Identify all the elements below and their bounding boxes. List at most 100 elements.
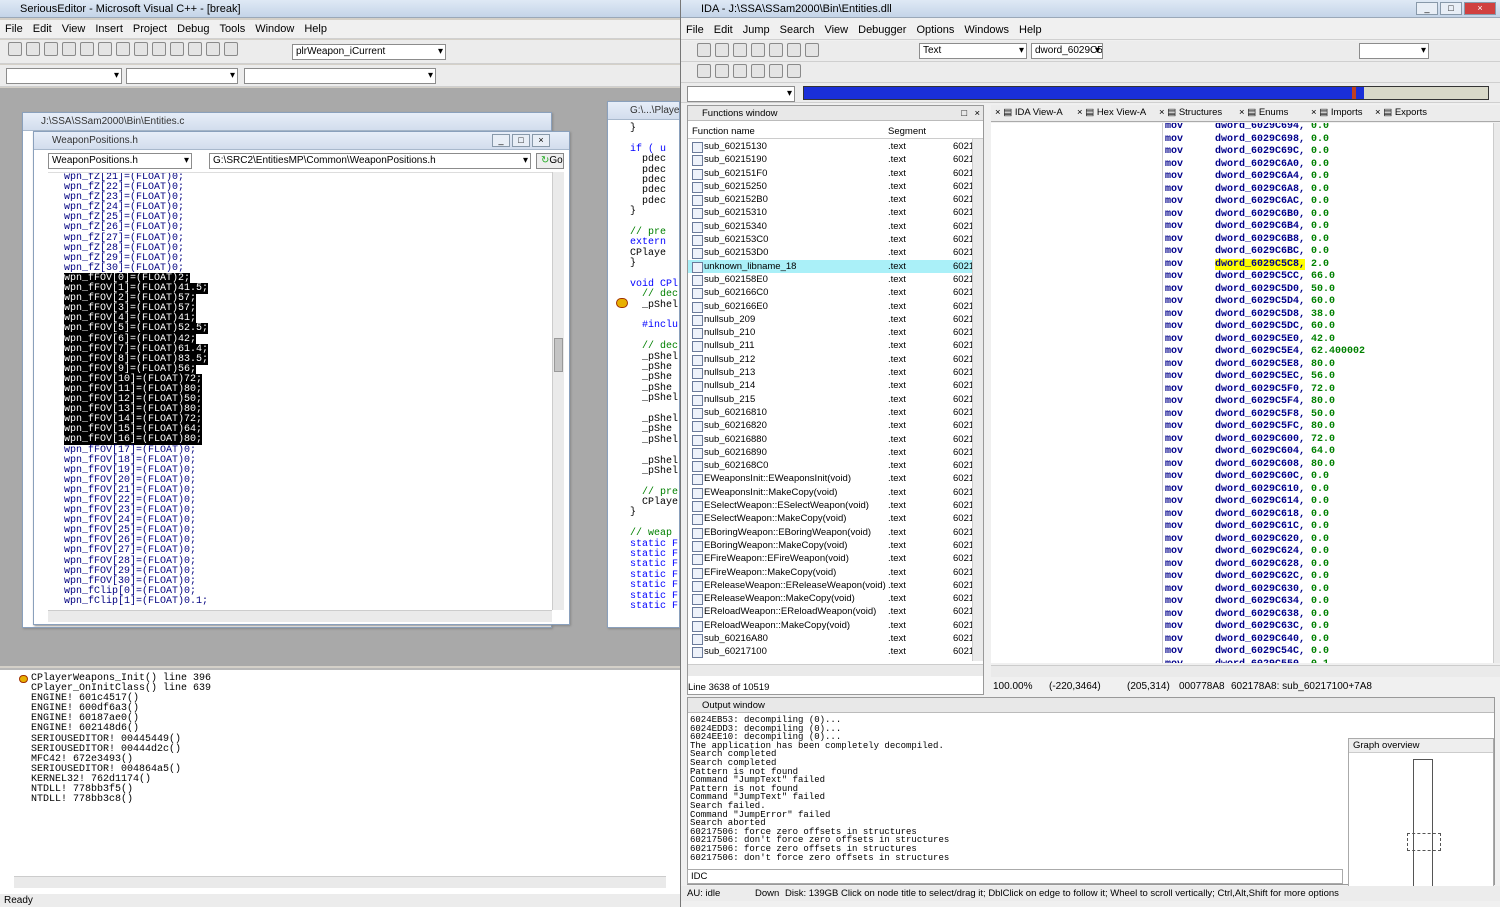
new-file-icon[interactable] [8, 42, 22, 56]
menu-item-window[interactable]: Window [250, 23, 299, 35]
ida-maximize-button[interactable]: □ [1440, 2, 1462, 15]
function-row[interactable]: sub_60216A80 .text 6021 [688, 632, 975, 646]
function-row[interactable]: EReleaseWeapon::EReleaseWeapon(void) .tex… [688, 579, 975, 593]
tab-close-icon[interactable]: × [1239, 107, 1247, 118]
menu-item-edit[interactable]: Edit [28, 23, 57, 35]
asm-operand[interactable]: dword_6029C604, [1215, 446, 1305, 457]
function-row[interactable]: EBoringWeapon::MakeCopy(void) .text 6021 [688, 539, 975, 553]
fw-restore-icon[interactable]: □ [961, 106, 967, 121]
menu-item-debug[interactable]: Debug [172, 23, 214, 35]
function-row[interactable]: sub_60216820 .text 6021 [688, 419, 975, 433]
asm-operand[interactable]: dword_6029C63C, [1215, 621, 1305, 632]
scope-combo[interactable] [244, 68, 436, 84]
code-hscroll[interactable] [48, 610, 552, 622]
function-row[interactable]: EReloadWeapon::MakeCopy(void) .text 6021 [688, 619, 975, 632]
function-row[interactable]: ESelectWeapon::MakeCopy(void) .text 6021 [688, 512, 975, 526]
fw-hscroll[interactable] [688, 664, 983, 676]
tab-hex-view-a[interactable]: × ▤ Hex View-A [1077, 105, 1146, 121]
function-row[interactable]: nullsub_209 .text 6021 [688, 313, 975, 327]
maximize-button[interactable]: □ [512, 134, 530, 147]
asm-operand[interactable]: dword_6029C634, [1215, 596, 1305, 607]
weapon-positions-window[interactable]: WeaponPositions.h _ □ × WeaponPositions.… [33, 131, 570, 625]
ida-menu-item-edit[interactable]: Edit [709, 24, 738, 36]
fw-close-icon[interactable]: × [974, 106, 980, 121]
find-icon[interactable] [224, 42, 238, 56]
function-row[interactable]: EFireWeapon::MakeCopy(void) .text 6021 [688, 566, 975, 579]
function-row[interactable]: nullsub_212 .text 6021 [688, 353, 975, 367]
code-vscroll[interactable] [552, 172, 564, 610]
asm-operand[interactable]: dword_6029C5D0, [1215, 284, 1305, 295]
asm-operand[interactable]: dword_6029C5D8, [1215, 309, 1305, 320]
array-icon[interactable] [751, 64, 765, 78]
tab-enums[interactable]: × ▤ Enums [1239, 105, 1288, 121]
function-row[interactable]: nullsub_213 .text 6021 [688, 366, 975, 380]
ida-menu-item-jump[interactable]: Jump [738, 24, 775, 36]
player-code[interactable]: } if ( u pdec pdec pdec pdec pdec}// pre e… [608, 120, 679, 610]
col-segment[interactable]: Segment [888, 124, 926, 139]
ida-view[interactable]: mov dword_6029C694, 0.0 mov dword_6029C698, 0… [991, 123, 1493, 663]
menu-item-file[interactable]: File [0, 23, 28, 35]
menu-item-project[interactable]: Project [128, 23, 172, 35]
asm-operand[interactable]: dword_6029C610, [1215, 484, 1305, 495]
ida-menu-item-file[interactable]: File [681, 24, 709, 36]
minimize-button[interactable]: _ [492, 134, 510, 147]
player-window[interactable]: G:\...\Player } if ( u pdec pdec pdec pde… [607, 101, 680, 628]
tab-close-icon[interactable]: × [1375, 107, 1383, 118]
path-combo[interactable]: G:\SRC2\EntitiesMP\Common\WeaponPosition… [209, 153, 531, 169]
function-row[interactable]: sub_602152B0 .text 6021 [688, 193, 975, 207]
save-icon[interactable] [44, 42, 58, 56]
callstack-pane[interactable]: CPlayerWeapons_Init() line 396 CPlayer_On… [0, 668, 680, 894]
asm-operand[interactable]: dword_6029C630, [1215, 584, 1305, 595]
vscroll-thumb[interactable] [554, 338, 563, 372]
asm-operand[interactable]: dword_6029C6A8, [1215, 184, 1305, 195]
function-row[interactable]: sub_60216890 .text 6021 [688, 446, 975, 460]
idc-bar[interactable]: IDC [687, 869, 1343, 884]
search-binary-icon[interactable] [769, 43, 783, 57]
asm-operand[interactable]: dword_6029C5E4, [1215, 346, 1305, 357]
copy-icon[interactable] [98, 42, 112, 56]
go-button[interactable]: ↻Go [536, 153, 564, 169]
code-editor[interactable]: wpn_fZ[21]=(FLOAT)0; wpn_fZ[22]=(FLOAT)0;… [48, 172, 552, 610]
debugger-combo[interactable] [1359, 43, 1429, 59]
menu-item-tools[interactable]: Tools [215, 23, 251, 35]
asm-operand[interactable]: dword_6029C6B0, [1215, 209, 1305, 220]
ida-menu-item-view[interactable]: View [819, 24, 853, 36]
function-row[interactable]: ESelectWeapon::ESelectWeapon(void) .text 6… [688, 499, 975, 513]
window-list-icon[interactable] [206, 42, 220, 56]
asm-operand[interactable]: dword_6029C5CC, [1215, 271, 1305, 282]
ida-view-vscroll[interactable] [1493, 123, 1500, 663]
back-icon[interactable] [733, 43, 747, 57]
asm-operand[interactable]: dword_6029C608, [1215, 459, 1305, 470]
asm-operand[interactable]: dword_6029C638, [1215, 609, 1305, 620]
workspace-icon[interactable] [170, 42, 184, 56]
asm-operand[interactable]: dword_6029C5F0, [1215, 384, 1305, 395]
tab-imports[interactable]: × ▤ Imports [1311, 105, 1363, 121]
asm-operand[interactable]: dword_6029C640, [1215, 634, 1305, 645]
paste-icon[interactable] [116, 42, 130, 56]
function-row[interactable]: sub_602151F0 .text 6021 [688, 167, 975, 180]
asm-operand[interactable]: dword_6029C614, [1215, 496, 1305, 507]
navigator-band[interactable] [803, 86, 1489, 100]
fw-vscroll[interactable] [972, 139, 983, 661]
class-combo[interactable] [6, 68, 122, 84]
string-icon[interactable] [733, 64, 747, 78]
asm-operand[interactable]: dword_6029C54C, [1215, 646, 1305, 657]
function-row[interactable]: sub_60215250 .text 6021 [688, 180, 975, 194]
tab-close-icon[interactable]: × [1311, 107, 1319, 118]
ida-menu-item-debugger[interactable]: Debugger [853, 24, 911, 36]
asm-operand[interactable]: dword_6029C5C8, [1215, 258, 1306, 270]
asm-operand[interactable]: dword_6029C5EC, [1215, 371, 1305, 382]
asm-operand[interactable]: dword_6029C600, [1215, 434, 1305, 445]
ida-close-button[interactable]: × [1464, 2, 1496, 15]
ida-save-icon[interactable] [715, 43, 729, 57]
search-next-icon[interactable] [805, 43, 819, 57]
asm-operand[interactable]: dword_6029C6A0, [1215, 159, 1305, 170]
function-row[interactable]: sub_60215130 .text 6021 [688, 140, 975, 154]
asm-operand[interactable]: dword_6029C5E8, [1215, 359, 1305, 370]
cut-icon[interactable] [80, 42, 94, 56]
function-row[interactable]: sub_60217100 .text 6021 [688, 645, 975, 659]
asm-operand[interactable]: dword_6029C618, [1215, 509, 1305, 520]
asm-operand[interactable]: dword_6029C5F4, [1215, 396, 1305, 407]
graph-overview[interactable]: Graph overview [1348, 738, 1494, 888]
text-combo[interactable]: Text [919, 43, 1027, 59]
